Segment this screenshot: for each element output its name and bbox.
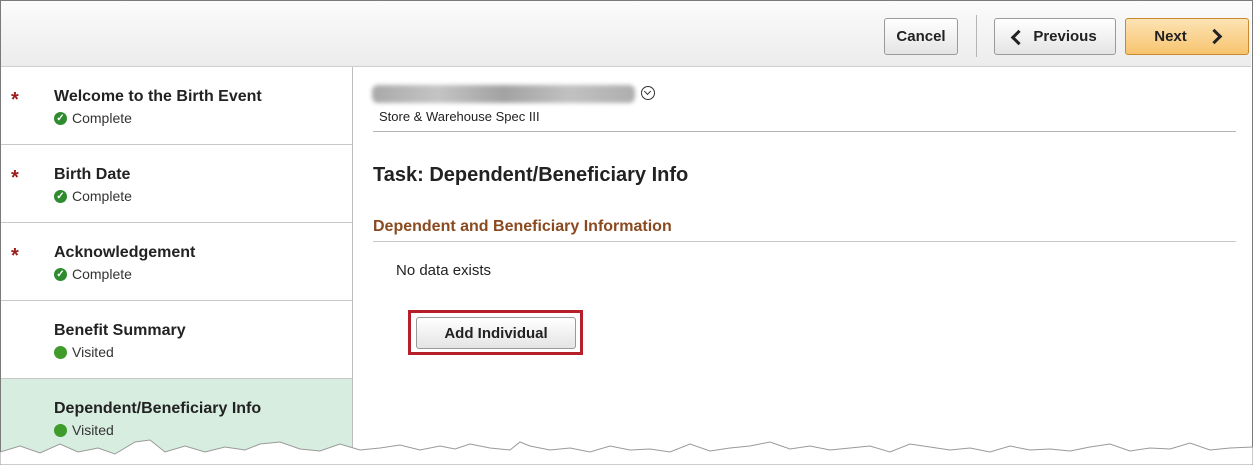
step-status-text: Complete xyxy=(72,266,132,282)
cancel-label: Cancel xyxy=(896,28,946,45)
main-content: Store & Warehouse Spec III Task: Depende… xyxy=(353,67,1250,465)
visited-dot-icon xyxy=(54,423,67,437)
step-status-text: Complete xyxy=(72,110,132,126)
next-label: Next xyxy=(1154,28,1187,45)
required-star-icon: * xyxy=(11,89,19,111)
chevron-right-icon xyxy=(1206,28,1223,45)
step-label: Birth Date xyxy=(54,166,131,183)
step-label: Acknowledgement xyxy=(54,244,196,261)
check-circle-icon: ✓ xyxy=(54,189,67,203)
sidebar-step-birth-date[interactable]: * Birth Date ✓ Complete xyxy=(1,145,352,223)
chevron-down-circle-icon[interactable] xyxy=(641,86,655,100)
section-divider xyxy=(373,241,1236,242)
sidebar-step-acknowledgement[interactable]: * Acknowledgement ✓ Complete xyxy=(1,223,352,301)
required-star-icon: * xyxy=(11,245,19,267)
employee-name-redacted xyxy=(372,85,635,103)
add-individual-label: Add Individual xyxy=(444,324,548,342)
add-individual-button[interactable]: Add Individual xyxy=(416,317,576,349)
torn-edge-decoration xyxy=(0,439,1253,465)
step-status-text: Complete xyxy=(72,188,132,204)
step-status: Visited xyxy=(54,344,114,360)
step-label: Welcome to the Birth Event xyxy=(54,88,262,105)
step-status: Visited xyxy=(54,422,114,438)
step-status: ✓ Complete xyxy=(54,266,132,282)
page-title: Task: Dependent/Beneficiary Info xyxy=(373,164,689,186)
no-data-message: No data exists xyxy=(396,262,492,279)
previous-label: Previous xyxy=(1033,28,1097,45)
step-label: Dependent/Beneficiary Info xyxy=(54,400,262,417)
next-button[interactable]: Next xyxy=(1125,18,1249,55)
sidebar-step-benefit-summary[interactable]: Benefit Summary Visited xyxy=(1,301,352,379)
sidebar-step-welcome[interactable]: * Welcome to the Birth Event ✓ Complete xyxy=(1,67,352,145)
check-circle-icon: ✓ xyxy=(54,267,67,281)
header-divider xyxy=(373,131,1236,132)
visited-dot-icon xyxy=(54,345,67,359)
step-sidebar: * Welcome to the Birth Event ✓ Complete *… xyxy=(1,67,353,465)
step-status-text: Visited xyxy=(72,344,114,360)
required-star-icon: * xyxy=(11,167,19,189)
toolbar-divider xyxy=(976,15,977,57)
chevron-left-icon xyxy=(1011,29,1027,45)
top-toolbar: Cancel Previous Next xyxy=(1,1,1251,67)
cancel-button[interactable]: Cancel xyxy=(884,18,958,55)
check-circle-icon: ✓ xyxy=(54,111,67,125)
previous-button[interactable]: Previous xyxy=(994,18,1116,55)
step-status: ✓ Complete xyxy=(54,188,132,204)
job-title: Store & Warehouse Spec III xyxy=(379,109,540,124)
section-title: Dependent and Beneficiary Information xyxy=(373,218,672,235)
step-status: ✓ Complete xyxy=(54,110,132,126)
step-label: Benefit Summary xyxy=(54,322,186,339)
step-status-text: Visited xyxy=(72,422,114,438)
